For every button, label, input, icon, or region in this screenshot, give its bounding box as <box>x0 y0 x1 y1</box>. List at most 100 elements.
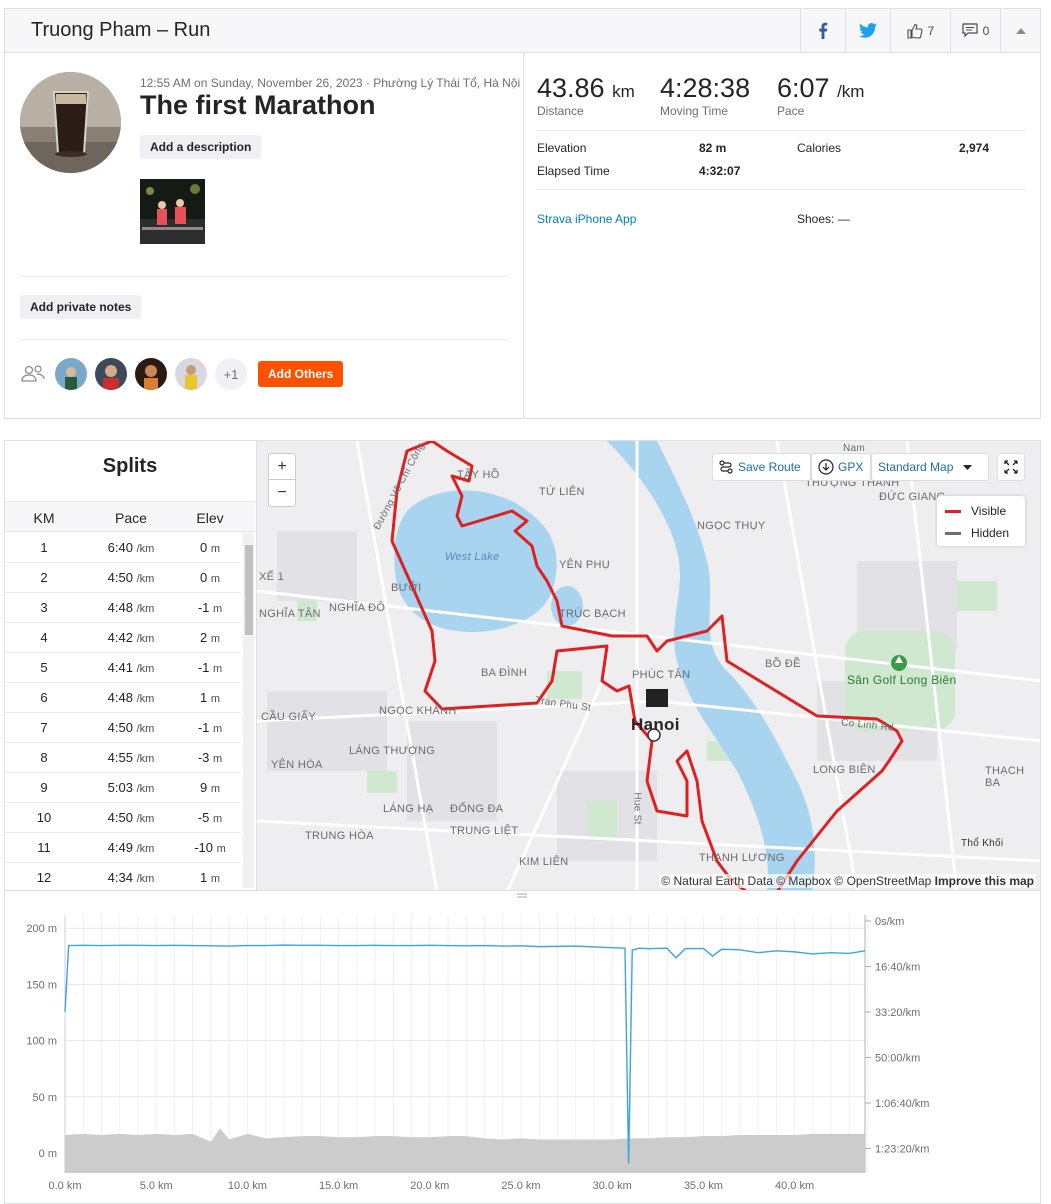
group-icon <box>21 365 45 382</box>
map-label: ĐỨC GIANG <box>879 491 946 503</box>
split-pace: 4:42 /km <box>83 630 179 645</box>
split-km: 6 <box>40 690 48 705</box>
kudos-button[interactable]: 7 <box>890 9 950 52</box>
pace-stat: 6:07 /km Pace <box>777 73 864 118</box>
group-member-avatar[interactable] <box>95 358 127 390</box>
comments-count: 0 <box>982 23 990 38</box>
split-elev-unit: m <box>210 783 221 795</box>
facebook-share-button[interactable] <box>800 9 845 52</box>
elevation-pace-chart[interactable]: 200 m 150 m 100 m 50 m 0 m 0s/km 16:40/km 33:20… <box>4 891 1041 1204</box>
map-label: Hue St <box>631 792 643 825</box>
section-divider <box>20 276 508 277</box>
chart-canvas[interactable]: 200 m 150 m 100 m 50 m 0 m 0s/km 16:40/km 33:20… <box>5 891 1040 1204</box>
splits-table-header: KM Pace Elev <box>5 501 255 532</box>
pace-label: Pace <box>777 104 805 118</box>
split-pace: 4:50 /km <box>83 570 179 585</box>
split-pace: 4:50 /km <box>83 720 179 735</box>
split-row[interactable]: 12 4:34 /km 1 m <box>5 863 241 890</box>
device-link[interactable]: Strava iPhone App <box>537 212 636 226</box>
route-map[interactable]: TÂY HỒ TỨ LIÊN West Lake YÊN PHỤ TRÚC BẠ… <box>256 440 1041 891</box>
splits-elev-header: Elev <box>196 510 224 526</box>
split-elev-value: 9 <box>199 780 208 795</box>
split-elev: -1 m <box>179 720 241 735</box>
split-elev-value: -1 <box>197 720 210 735</box>
splits-scrollbar[interactable] <box>243 533 254 888</box>
split-km: 4 <box>40 630 48 645</box>
split-row[interactable]: 10 4:50 /km -5 m <box>5 803 241 833</box>
split-row[interactable]: 4 4:42 /km 2 m <box>5 623 241 653</box>
split-row[interactable]: 9 5:03 /km 9 m <box>5 773 241 803</box>
splits-pace-header: Pace <box>115 510 147 526</box>
section-divider <box>20 339 508 340</box>
group-member-avatar[interactable] <box>175 358 207 390</box>
activity-photo-thumbnail[interactable] <box>140 179 205 244</box>
splits-panel: Splits KM Pace Elev 1 6:40 /km 0 m 2 4:50 /k… <box>4 440 256 891</box>
map-style-select[interactable]: Standard Map <box>871 453 989 481</box>
x-tick-label: 5.0 km <box>140 1180 173 1192</box>
split-row[interactable]: 2 4:50 /km 0 m <box>5 563 241 593</box>
map-label: YÊN HÒA <box>271 759 323 771</box>
split-pace: 4:48 /km <box>83 600 179 615</box>
split-km: 3 <box>40 600 48 615</box>
more-group-members[interactable]: +1 <box>215 358 247 390</box>
split-row[interactable]: 7 4:50 /km -1 m <box>5 713 241 743</box>
split-row[interactable]: 3 4:48 /km -1 m <box>5 593 241 623</box>
gpx-download-button[interactable]: GPX <box>811 453 871 481</box>
x-tick-label: 40.0 km <box>775 1180 814 1192</box>
fullscreen-button[interactable] <box>997 453 1025 481</box>
y-right-tick-label: 1:23:20/km <box>875 1144 929 1156</box>
distance-label: Distance <box>537 104 584 118</box>
shoes-info: Shoes: — <box>797 212 850 226</box>
add-private-notes-button[interactable]: Add private notes <box>20 295 142 319</box>
split-elev-unit: m <box>210 633 221 645</box>
split-row[interactable]: 6 4:48 /km 1 m <box>5 683 241 713</box>
split-row[interactable]: 11 4:49 /km -10 m <box>5 833 241 863</box>
activity-title[interactable]: The first Marathon <box>140 90 376 121</box>
card-divider <box>523 53 524 418</box>
map-label: KIM LIÊN <box>519 856 569 868</box>
split-pace: 4:48 /km <box>83 690 179 705</box>
comments-button[interactable]: 0 <box>950 9 1000 52</box>
split-elev: 2 m <box>179 630 241 645</box>
distance-value: 43.86 <box>537 73 605 103</box>
map-label: THANH LƯƠNG <box>699 852 785 864</box>
map-label: TRUNG HÒA <box>305 830 374 842</box>
splits-scroll-thumb[interactable] <box>245 545 253 635</box>
collapse-button[interactable] <box>1000 9 1041 52</box>
split-pace-unit: /km <box>136 573 155 585</box>
legend-visible-label: Visible <box>971 504 1007 518</box>
group-member-avatar[interactable] <box>135 358 167 390</box>
splits-km-header: KM <box>33 510 55 526</box>
activity-summary-card: 12:55 AM on Sunday, November 26, 2023 · … <box>4 53 1041 419</box>
twitter-share-button[interactable] <box>845 9 890 52</box>
split-row[interactable]: 5 4:41 /km -1 m <box>5 653 241 683</box>
athlete-avatar[interactable] <box>20 72 121 173</box>
save-route-label: Save Route <box>738 460 801 474</box>
split-pace-unit: /km <box>136 663 155 675</box>
y-left-tick-label: 200 m <box>26 923 57 935</box>
split-pace-value: 4:41 <box>107 660 133 675</box>
zoom-in-button[interactable]: + <box>269 454 295 480</box>
map-legend: Visible Hidden <box>937 496 1025 546</box>
add-others-button[interactable]: Add Others <box>258 361 344 387</box>
split-elev-value: 2 <box>199 630 208 645</box>
split-pace-value: 4:50 <box>107 720 133 735</box>
split-pace-value: 4:34 <box>107 870 133 885</box>
add-description-button[interactable]: Add a description <box>140 135 262 159</box>
split-elev: 0 m <box>179 570 241 585</box>
split-row[interactable]: 8 4:55 /km -3 m <box>5 743 241 773</box>
split-row[interactable]: 1 6:40 /km 0 m <box>5 533 241 563</box>
split-elev-unit: m <box>213 753 223 765</box>
zoom-out-button[interactable]: − <box>269 480 295 506</box>
split-elev-unit: m <box>213 813 223 825</box>
group-member-avatar[interactable] <box>55 358 87 390</box>
split-elev: 9 m <box>179 780 241 795</box>
activity-datetime-location: 12:55 AM on Sunday, November 26, 2023 · … <box>140 76 521 90</box>
save-route-button[interactable]: Save Route <box>712 453 811 481</box>
split-pace-value: 4:50 <box>107 810 133 825</box>
activity-header-title: Truong Pham – Run <box>31 19 211 41</box>
y-left-tick-label: 100 m <box>26 1036 57 1048</box>
facebook-icon <box>819 22 828 39</box>
improve-map-link[interactable]: Improve this map <box>935 874 1034 888</box>
map-canvas[interactable] <box>257 441 1041 891</box>
